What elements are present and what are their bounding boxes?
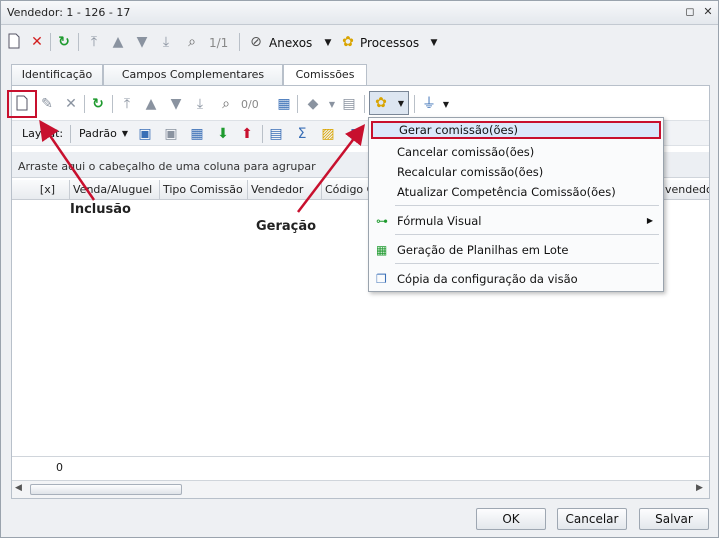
chevron-down-icon[interactable]: ▼: [319, 34, 337, 52]
column-header-select[interactable]: [x]: [12, 180, 70, 200]
previous-record-icon[interactable]: ▲: [109, 33, 127, 51]
filter-icon[interactable]: ⏚: [420, 95, 438, 113]
next-record-icon[interactable]: ▼: [133, 33, 151, 51]
scroll-left-icon[interactable]: ◀: [15, 483, 22, 493]
chevron-down-icon[interactable]: ▼: [116, 125, 134, 143]
first-record-icon[interactable]: ⤒: [118, 95, 136, 113]
grid-record-position: 0/0: [241, 98, 259, 111]
column-header-venda-aluguel[interactable]: Venda/Aluguel: [70, 180, 160, 200]
spreadsheet-icon: ▦: [376, 243, 388, 257]
refresh-icon[interactable]: ↻: [55, 33, 73, 51]
menu-separator: [395, 205, 659, 206]
layout-grid-icon[interactable]: ▦: [188, 125, 206, 143]
chevron-down-icon: ▼: [397, 99, 405, 108]
layout-save-icon[interactable]: ▣: [136, 125, 154, 143]
processos-button[interactable]: Processos: [360, 36, 419, 50]
delete-icon[interactable]: ✕: [62, 95, 80, 113]
gears-icon: ✿: [375, 95, 387, 111]
annotation-inclusao: Inclusão: [70, 202, 131, 217]
layout-copy-icon[interactable]: ▣: [162, 125, 180, 143]
first-record-icon[interactable]: ⤒: [85, 33, 103, 51]
menu-item-formula-visual[interactable]: ⊶ Fórmula Visual ▶: [371, 212, 661, 230]
menu-separator: [395, 263, 659, 264]
sum-icon[interactable]: Σ: [293, 125, 311, 143]
menu-item-cancelar-comissao[interactable]: Cancelar comissão(ões): [371, 143, 661, 161]
inclusao-highlight-box: [7, 90, 37, 118]
chevron-down-icon[interactable]: ▼: [437, 96, 455, 114]
title-bar: Vendedor: 1 - 126 - 17 ◻ ✕: [1, 1, 718, 25]
next-record-icon[interactable]: ▼: [167, 95, 185, 113]
highlight-icon[interactable]: ▨: [319, 125, 337, 143]
save-button[interactable]: Salvar: [639, 508, 709, 530]
menu-item-gerar-comissao[interactable]: Gerar comissão(ões): [371, 121, 661, 139]
chevron-down-icon[interactable]: ▼: [425, 34, 443, 52]
layout-label: Layout:: [22, 127, 64, 140]
record-count: 0: [56, 461, 63, 474]
processes-context-menu: Gerar comissão(ões) Cancelar comissão(õe…: [368, 117, 664, 292]
last-record-icon[interactable]: ⤓: [191, 95, 209, 113]
column-header-vendedor[interactable]: Vendedor: [248, 180, 322, 200]
maximize-icon[interactable]: ◻: [683, 5, 697, 19]
menu-item-copia-configuracao[interactable]: ❐ Cópia da configuração da visão: [371, 270, 661, 288]
import-icon[interactable]: ⬇: [214, 125, 232, 143]
refresh-icon[interactable]: ↻: [89, 95, 107, 113]
layout-select[interactable]: Padrão: [79, 127, 117, 140]
anexos-button[interactable]: Anexos: [269, 36, 312, 50]
scrollbar-thumb[interactable]: [30, 484, 182, 495]
horizontal-scrollbar[interactable]: ◀ ▶: [12, 480, 709, 498]
gears-icon: ✿: [342, 34, 354, 50]
previous-record-icon[interactable]: ▲: [142, 95, 160, 113]
menu-item-geracao-planilhas[interactable]: ▦ Geração de Planilhas em Lote: [371, 241, 661, 259]
cancel-button[interactable]: Cancelar: [557, 508, 627, 530]
calendar-icon[interactable]: ▦: [275, 95, 293, 113]
chart-icon[interactable]: ▮: [345, 125, 363, 143]
delete-icon[interactable]: ✕: [28, 33, 46, 51]
submenu-arrow-icon: ▶: [646, 216, 653, 225]
menu-separator: [395, 234, 659, 235]
record-position: 1/1: [209, 36, 229, 50]
binoculars-icon[interactable]: ⌕: [217, 95, 235, 113]
hierarchy-icon: ⊶: [376, 214, 388, 228]
export-icon[interactable]: ⬆: [238, 125, 256, 143]
edit-icon[interactable]: ✎: [38, 95, 56, 113]
ok-button[interactable]: OK: [476, 508, 546, 530]
process-icon[interactable]: ◆: [304, 95, 322, 113]
group-hint-text: Arraste aqui o cabeçalho de uma coluna p…: [18, 160, 316, 173]
main-toolbar: ✕ ↻ ⤒ ▲ ▼ ⤓ ⌕ 1/1 ⊘ Anexos ▼ ✿ Processos…: [1, 27, 718, 57]
grid-toolbar: ✎ ✕ ↻ ⤒ ▲ ▼ ⤓ ⌕ 0/0 ▦ ◆ ▼ ▤ ✿ ▼ ⏚ ▼: [12, 90, 709, 118]
window-title: Vendedor: 1 - 126 - 17: [7, 6, 131, 19]
copy-icon: ❐: [376, 272, 387, 286]
print-icon[interactable]: ▤: [340, 95, 358, 113]
tab-campos-complementares[interactable]: Campos Complementares: [103, 64, 283, 86]
column-header-tipo-comissao[interactable]: Tipo Comissão: [160, 180, 248, 200]
grid-footer: 0: [12, 456, 709, 478]
menu-item-recalcular-comissao[interactable]: Recalcular comissão(ões): [371, 163, 661, 181]
binoculars-icon[interactable]: ⌕: [183, 33, 201, 51]
close-icon[interactable]: ✕: [701, 5, 715, 19]
column-header-vendedor-2[interactable]: vendedo: [662, 180, 709, 200]
tab-comissoes[interactable]: Comissões: [283, 64, 367, 87]
menu-item-atualizar-competencia[interactable]: Atualizar Competência Comissão(ões): [371, 183, 661, 201]
last-record-icon[interactable]: ⤓: [157, 33, 175, 51]
annotation-geracao: Geração: [256, 219, 317, 234]
scroll-right-icon[interactable]: ▶: [696, 483, 703, 493]
chevron-down-icon[interactable]: ▼: [323, 96, 341, 114]
new-document-icon[interactable]: [5, 33, 23, 51]
tab-identificacao[interactable]: Identificação: [11, 64, 103, 86]
processes-dropdown-button[interactable]: ✿ ▼: [369, 91, 409, 115]
columns-icon[interactable]: ▤: [267, 125, 285, 143]
paperclip-icon[interactable]: ⊘: [247, 33, 265, 51]
